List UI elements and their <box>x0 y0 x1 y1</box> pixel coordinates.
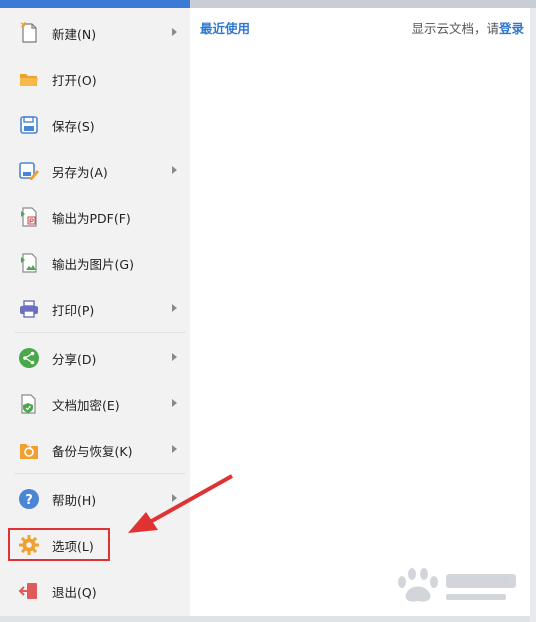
annotation-arrow <box>128 474 233 533</box>
baidu-watermark-logo <box>398 568 516 602</box>
